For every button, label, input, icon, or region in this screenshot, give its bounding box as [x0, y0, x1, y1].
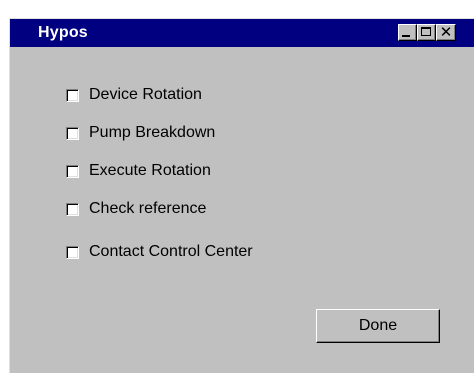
close-button[interactable]: ✕ — [436, 23, 456, 41]
maximize-icon — [421, 27, 431, 36]
pump-breakdown-checkbox[interactable] — [66, 126, 79, 140]
minimize-icon — [402, 35, 410, 37]
option-pump-breakdown[interactable]: Pump Breakdown — [66, 123, 215, 143]
close-icon: ✕ — [439, 23, 453, 41]
done-button[interactable]: Done — [316, 309, 440, 343]
contact-control-center-checkbox[interactable] — [66, 245, 79, 259]
option-execute-rotation[interactable]: Execute Rotation — [66, 161, 211, 181]
option-label: Device Rotation — [89, 86, 202, 103]
device-rotation-checkbox[interactable] — [66, 88, 79, 102]
minimize-button[interactable] — [398, 24, 417, 41]
option-label: Check reference — [89, 200, 207, 217]
option-label: Execute Rotation — [89, 162, 211, 179]
option-label: Contact Control Center — [89, 243, 253, 260]
option-contact-control-center[interactable]: Contact Control Center — [66, 242, 253, 262]
hypos-window: Hypos ✕ Device Rotation Pump Breakdown E… — [9, 18, 474, 373]
check-reference-checkbox[interactable] — [66, 202, 79, 216]
option-check-reference[interactable]: Check reference — [66, 199, 206, 219]
option-device-rotation[interactable]: Device Rotation — [66, 85, 202, 105]
option-label: Pump Breakdown — [89, 124, 216, 141]
window-title: Hypos — [38, 24, 88, 41]
execute-rotation-checkbox[interactable] — [66, 164, 79, 178]
maximize-button[interactable] — [417, 24, 436, 41]
title-bar[interactable]: Hypos ✕ — [10, 19, 474, 47]
